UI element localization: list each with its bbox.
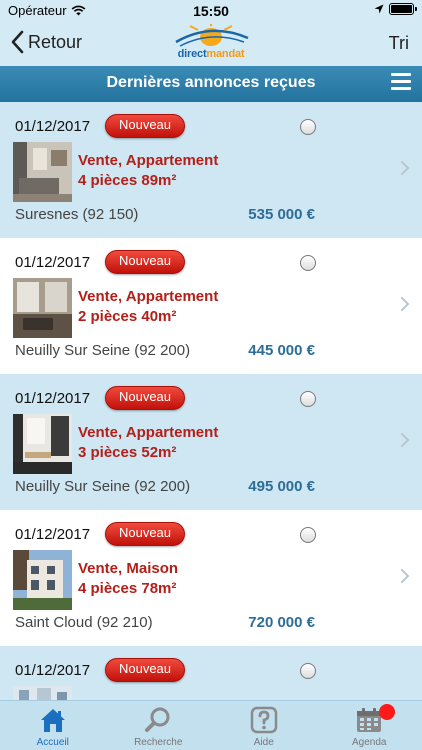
listing-city: Suresnes (92 150) [15, 206, 139, 223]
new-badge: Nouveau [105, 386, 185, 410]
listing-photo [13, 414, 72, 474]
logo-text: directmandat [168, 48, 254, 60]
new-badge: Nouveau [105, 522, 185, 546]
listing-item[interactable]: 01/12/2017 Nouveau Vente, Maison 4 pièce… [0, 510, 422, 646]
listing-item[interactable]: 01/12/2017 Nouveau Vente, Appartement 3 … [0, 374, 422, 510]
listing-item[interactable]: 01/12/2017 Nouveau Vente, Appartement 4 … [0, 102, 422, 238]
listing-city: Saint Cloud (92 210) [15, 614, 153, 631]
chevron-left-icon [11, 30, 24, 54]
listing-city: Neuilly Sur Seine (92 200) [15, 342, 191, 359]
home-icon [40, 709, 65, 732]
listing-photo [13, 550, 72, 610]
listing-rooms: 4 pièces 78m² [78, 580, 177, 597]
listing-date: 01/12/2017 [15, 118, 91, 135]
help-icon [250, 706, 277, 734]
notification-dot [378, 704, 395, 720]
listing-date: 01/12/2017 [15, 254, 91, 271]
listing-type: Vente, Appartement [78, 152, 219, 169]
listing-price: 535 000 € [248, 206, 315, 223]
list-title: Dernières annonces reçues [106, 74, 316, 91]
listing-type: Vente, Appartement [78, 424, 219, 441]
tab-label: Accueil [36, 737, 69, 748]
new-badge: Nouveau [105, 114, 185, 138]
listing-date: 01/12/2017 [15, 662, 91, 679]
tab-bar: Accueil Recherche Aide Agenda [0, 700, 422, 750]
listing-rooms: 3 pièces 52m² [78, 444, 177, 461]
battery-icon [389, 3, 417, 15]
location-arrow-icon [374, 4, 384, 14]
new-badge: Nouveau [105, 658, 185, 682]
list-header: Dernières annonces reçues [0, 66, 422, 102]
logo-mark-icon [175, 24, 249, 47]
select-radio[interactable] [300, 663, 316, 679]
listing-rooms: 2 pièces 40m² [78, 308, 177, 325]
logo-text-mandat: mandat [206, 48, 245, 60]
listing-photo [13, 278, 72, 338]
select-radio[interactable] [300, 527, 316, 543]
listing-date: 01/12/2017 [15, 526, 91, 543]
back-button[interactable]: Retour [10, 30, 82, 54]
chevron-right-icon [401, 569, 410, 583]
back-label: Retour [28, 31, 83, 52]
search-icon [145, 707, 170, 732]
clock: 15:50 [193, 3, 229, 19]
listing-type: Vente, Maison [78, 560, 179, 577]
listing-type: Vente, Appartement [78, 288, 219, 305]
tab-label: Recherche [134, 737, 183, 748]
chevron-right-icon [401, 297, 410, 311]
listing-photo [13, 142, 72, 202]
listing-rooms: 4 pièces 89m² [78, 172, 177, 189]
status-bar: Opérateur 15:50 [0, 0, 422, 22]
directmandat-logo: directmandat [168, 24, 254, 62]
hamburger-menu-icon[interactable] [391, 73, 411, 93]
listing-price: 720 000 € [248, 614, 315, 631]
tab-agenda[interactable]: Agenda [317, 701, 422, 750]
logo-text-direct: direct [177, 48, 207, 60]
tab-accueil[interactable]: Accueil [0, 701, 106, 750]
select-radio[interactable] [300, 119, 316, 135]
tab-aide[interactable]: Aide [211, 701, 317, 750]
navigation-bar: Retour directmandat Tri [0, 22, 422, 66]
chevron-right-icon [401, 433, 410, 447]
sort-button[interactable]: Tri [389, 33, 409, 54]
listing-city: Neuilly Sur Seine (92 200) [15, 478, 191, 495]
tab-label: Aide [253, 737, 274, 748]
tab-recherche[interactable]: Recherche [106, 701, 212, 750]
listing-date: 01/12/2017 [15, 390, 91, 407]
select-radio[interactable] [300, 255, 316, 271]
select-radio[interactable] [300, 391, 316, 407]
listing-price: 495 000 € [248, 478, 315, 495]
listing-price: 445 000 € [248, 342, 315, 359]
chevron-right-icon [401, 161, 410, 175]
tab-label: Agenda [352, 737, 387, 748]
new-badge: Nouveau [105, 250, 185, 274]
listing-item[interactable]: 01/12/2017 Nouveau Vente, Appartement 2 … [0, 238, 422, 374]
